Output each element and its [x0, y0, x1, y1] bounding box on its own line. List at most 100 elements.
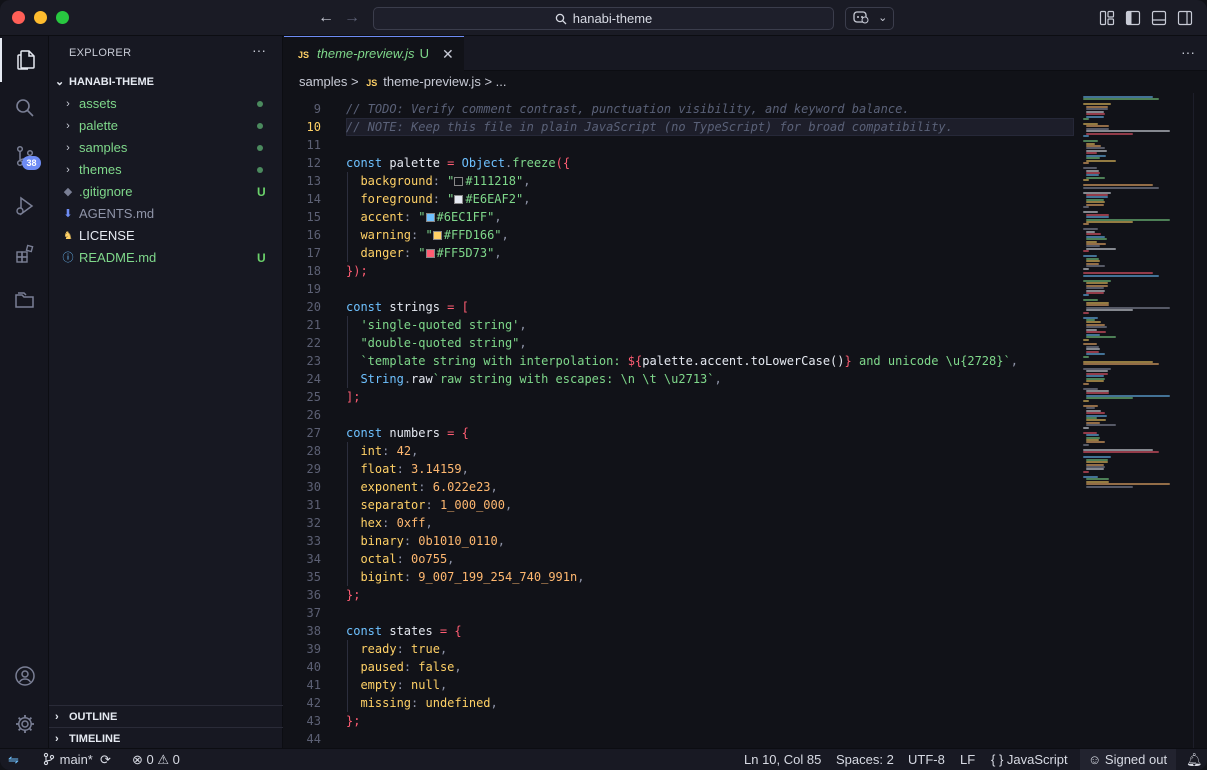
- tree-item-assets[interactable]: › assets: [49, 93, 283, 115]
- sync-icon[interactable]: ⟳: [100, 749, 111, 770]
- minimap-line: [1086, 331, 1106, 334]
- breadcrumb-folder[interactable]: samples: [299, 74, 347, 89]
- search-activity-button[interactable]: [0, 86, 49, 130]
- minimize-window-button[interactable]: [34, 11, 47, 24]
- minimap-line: [1083, 167, 1098, 170]
- braces-icon: { }: [991, 752, 1004, 767]
- line-number: 37: [306, 606, 321, 620]
- line-number: 27: [306, 426, 321, 440]
- run-debug-activity-button[interactable]: [0, 184, 49, 228]
- minimap-line: [1086, 461, 1108, 464]
- tree-item-label: LICENSE: [79, 228, 135, 243]
- line-number: 42: [306, 696, 321, 710]
- tree-item-agents-md[interactable]: ⬇ AGENTS.md: [49, 203, 283, 225]
- forward-arrow-icon[interactable]: →: [341, 7, 363, 29]
- account-status[interactable]: ☺ Signed out: [1080, 749, 1176, 770]
- code-editor[interactable]: 9 // TODO: Verify comment contrast, punct…: [284, 93, 1079, 748]
- back-arrow-icon[interactable]: ←: [315, 7, 337, 29]
- tab-git-status: U: [419, 46, 429, 61]
- minimap-line: [1083, 338, 1089, 341]
- run-debug-icon: [15, 196, 33, 216]
- code-line: });: [346, 264, 368, 278]
- toggle-panel-icon[interactable]: [1151, 10, 1167, 26]
- line-number: 24: [306, 372, 321, 386]
- tree-item-license[interactable]: ♞ LICENSE: [49, 225, 283, 247]
- command-center-search[interactable]: hanabi-theme: [373, 7, 834, 30]
- minimap-line: [1083, 470, 1089, 473]
- problems-indicator[interactable]: ⊗ 0 ⚠ 0: [132, 749, 180, 770]
- branch-name: main*: [59, 752, 93, 767]
- breadcrumb-separator: >: [351, 74, 359, 89]
- line-number: 44: [306, 732, 321, 746]
- minimap-line: [1086, 157, 1100, 160]
- line-number: 26: [306, 408, 321, 422]
- notifications-bell-icon[interactable]: 🔔︎: [1186, 749, 1203, 770]
- minimap-line: [1083, 140, 1099, 143]
- indentation[interactable]: Spaces: 2: [836, 749, 894, 770]
- language-mode[interactable]: { } JavaScript: [991, 749, 1068, 770]
- line-number: 18: [306, 264, 321, 278]
- encoding[interactable]: UTF-8: [908, 749, 945, 770]
- accounts-activity-button[interactable]: [0, 654, 49, 698]
- editor-more-button[interactable]: ···: [1181, 44, 1195, 60]
- code-line: };: [346, 588, 361, 602]
- line-number: 40: [306, 660, 321, 674]
- minimap-line: [1083, 399, 1089, 402]
- git-status-dot: [257, 101, 263, 107]
- toggle-primary-sidebar-icon[interactable]: [1125, 10, 1141, 26]
- tree-item-samples[interactable]: › samples: [49, 137, 283, 159]
- tab-theme-preview[interactable]: JS theme-preview.js U ✕: [284, 36, 464, 71]
- vscode-window: ← → hanabi-theme ⌄ 38 EXPLORER ··· ⌄ HAN…: [0, 0, 1207, 770]
- line-number: 9: [313, 102, 321, 116]
- code-line: danger: " #FF5D73",: [360, 246, 502, 260]
- tree-item-readme[interactable]: ⓘ README.md U: [49, 247, 283, 269]
- tree-item-palette[interactable]: › palette: [49, 115, 283, 137]
- minimap-line: [1086, 108, 1108, 111]
- remote-indicator-icon[interactable]: ⇋: [8, 749, 19, 770]
- remote-explorer-activity-button[interactable]: [0, 278, 49, 322]
- folder-icon: [14, 292, 34, 308]
- minimap[interactable]: [1079, 93, 1193, 748]
- chevron-down-icon: ⌄: [55, 76, 65, 88]
- toggle-secondary-sidebar-icon[interactable]: [1177, 10, 1193, 26]
- customize-layout-icon[interactable]: [1099, 10, 1115, 26]
- breadcrumb-symbols[interactable]: > ...: [484, 74, 506, 89]
- indent-guide: [347, 640, 348, 712]
- code-line: "double-quoted string",: [360, 336, 527, 350]
- code-line: exponent: 6.022e23,: [360, 480, 498, 494]
- close-icon[interactable]: ✕: [442, 37, 454, 71]
- minimap-line: [1083, 179, 1089, 182]
- breadcrumb-file[interactable]: theme-preview.js: [383, 74, 481, 89]
- manage-activity-button[interactable]: [0, 702, 49, 746]
- tree-item-themes[interactable]: › themes: [49, 159, 283, 181]
- outline-section[interactable]: › OUTLINE: [49, 705, 283, 727]
- explorer-more-button[interactable]: ···: [252, 42, 266, 58]
- tree-item-gitignore[interactable]: ◆ .gitignore U: [49, 181, 283, 203]
- maximize-window-button[interactable]: [56, 11, 69, 24]
- copilot-button[interactable]: ⌄: [845, 7, 894, 30]
- close-window-button[interactable]: [12, 11, 25, 24]
- line-number: 16: [306, 228, 321, 242]
- end-of-line[interactable]: LF: [960, 749, 975, 770]
- extensions-activity-button[interactable]: [0, 232, 49, 276]
- chevron-right-icon: ›: [66, 164, 70, 176]
- chevron-right-icon: ›: [55, 733, 59, 745]
- timeline-section[interactable]: › TIMELINE: [49, 727, 283, 749]
- explorer-activity-button[interactable]: [0, 38, 49, 82]
- git-status-dot: [257, 123, 263, 129]
- line-number: 41: [306, 678, 321, 692]
- line-number: 35: [306, 570, 321, 584]
- minimap-line: [1086, 238, 1107, 241]
- code-line: background: " #111218",: [360, 174, 531, 188]
- minimap-line: [1086, 407, 1095, 410]
- cursor-position[interactable]: Ln 10, Col 85: [744, 749, 821, 770]
- workspace-root[interactable]: ⌄ HANABI-THEME: [49, 72, 283, 92]
- indent-guide: [347, 172, 348, 262]
- minimap-line: [1086, 159, 1116, 162]
- branch-indicator[interactable]: main*: [42, 749, 93, 770]
- minimap-line: [1086, 247, 1116, 250]
- code-line: float: 3.14159,: [360, 462, 469, 476]
- line-number: 15: [306, 210, 321, 224]
- editor-scrollbar[interactable]: [1193, 93, 1207, 748]
- minimap-line: [1083, 211, 1099, 214]
